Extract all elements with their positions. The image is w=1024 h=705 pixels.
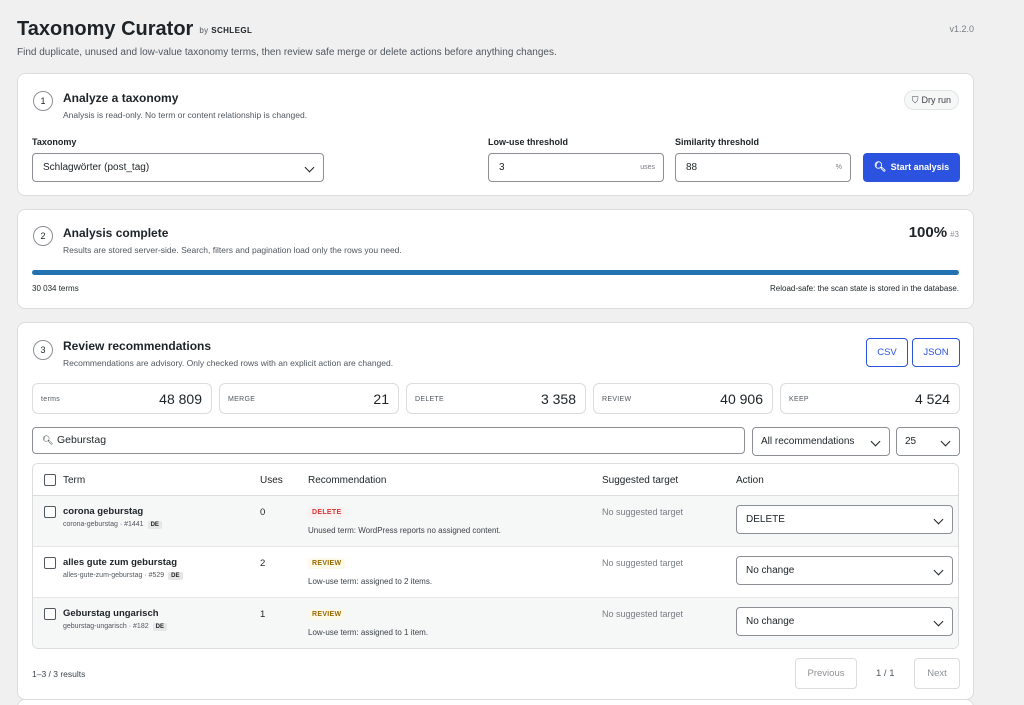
stat-merge: MERGE 21 <box>219 383 399 414</box>
terms-count: 30 034 terms <box>32 284 79 293</box>
chevron-down-icon <box>933 565 944 576</box>
search-icon: 🔍︎ <box>873 162 887 173</box>
step-number: 3 <box>33 340 53 360</box>
recommendation-reason: Low-use term: assigned to 2 items. <box>308 577 433 586</box>
term-uses: 2 <box>260 558 266 569</box>
chevron-down-icon <box>870 436 881 447</box>
card-description: Analysis is read-only. No term or conten… <box>63 110 308 120</box>
job-id: #3 <box>950 230 959 239</box>
analysis-status-card: 2 Analysis complete Results are stored s… <box>17 209 974 309</box>
recommendation-filter-select[interactable]: All recommendations <box>752 427 890 456</box>
chevron-down-icon <box>940 436 951 447</box>
action-select[interactable]: DELETE <box>736 505 953 534</box>
column-recommendation: Recommendation <box>308 475 387 486</box>
stat-delete: DELETE 3 358 <box>406 383 586 414</box>
recommendation-reason: Unused term: WordPress reports no assign… <box>308 526 501 535</box>
term-uses: 1 <box>260 609 266 620</box>
chevron-down-icon <box>304 162 315 173</box>
reload-note: Reload-safe: the scan state is stored in… <box>769 284 959 293</box>
progress-fill <box>32 270 959 275</box>
chevron-down-icon <box>933 616 944 627</box>
unit-suffix: uses <box>640 164 655 171</box>
table-row: corona geburstag corona-geburstag · #144… <box>33 496 958 547</box>
term-name: Geburstag ungarisch <box>63 608 159 619</box>
table-header: Term Uses Recommendation Suggested targe… <box>33 464 958 496</box>
select-all-checkbox[interactable] <box>44 474 56 486</box>
column-action: Action <box>736 475 764 486</box>
card-description: Recommendations are advisory. Only check… <box>63 358 394 368</box>
step-number: 2 <box>33 226 53 246</box>
similarity-input[interactable]: 88 % <box>675 153 851 182</box>
page-header: Taxonomy Curator by SCHLEGL <box>17 18 974 41</box>
step-number: 1 <box>33 91 53 111</box>
language-badge: DE <box>168 572 183 580</box>
unit-suffix: % <box>835 164 842 171</box>
suggested-target: No suggested target <box>602 507 684 517</box>
column-target: Suggested target <box>602 475 679 486</box>
page-title: Taxonomy Curator <box>17 18 194 40</box>
recommendation-badge: REVIEW <box>308 609 346 620</box>
taxonomy-select[interactable]: Schlagwörter (post_tag) <box>32 153 324 182</box>
stat-terms: terms 48 809 <box>32 383 212 414</box>
author-byline: by SCHLEGL <box>199 26 253 35</box>
low-use-input[interactable]: 3 uses <box>488 153 664 182</box>
stat-keep: KEEP 4 524 <box>780 383 960 414</box>
analyze-card: 1 Analyze a taxonomy Analysis is read-on… <box>17 73 974 196</box>
row-checkbox[interactable] <box>44 506 56 518</box>
similarity-label: Similarity threshold <box>675 137 760 147</box>
language-badge: DE <box>147 521 162 529</box>
progress-bar <box>32 270 959 275</box>
action-select[interactable]: No change <box>736 607 953 636</box>
column-uses: Uses <box>260 475 283 486</box>
column-term: Term <box>63 475 86 486</box>
suggested-target: No suggested target <box>602 609 684 619</box>
results-count: 1–3 / 3 results <box>32 669 86 679</box>
page-info: 1 / 1 <box>876 668 895 679</box>
card-title: Review recommendations <box>63 339 212 353</box>
term-meta: geburstag-ungarisch · #182 DE <box>63 623 167 631</box>
row-checkbox[interactable] <box>44 557 56 569</box>
card-description: Results are stored server-side. Search, … <box>63 245 402 255</box>
search-icon: 🔍︎ <box>42 435 54 445</box>
start-analysis-button[interactable]: 🔍︎ Start analysis <box>863 153 960 182</box>
previous-page-button[interactable]: Previous <box>795 658 857 689</box>
language-badge: DE <box>152 623 167 631</box>
review-card: 3 Review recommendations Recommendations… <box>17 322 974 700</box>
page-subtitle: Find duplicate, unused and low-value tax… <box>17 47 557 58</box>
term-uses: 0 <box>260 507 266 518</box>
suggested-target: No suggested target <box>602 558 684 568</box>
low-use-label: Low-use threshold <box>488 137 569 147</box>
term-name: alles gute zum geburstag <box>63 557 178 568</box>
chevron-down-icon <box>933 514 944 525</box>
action-select[interactable]: No change <box>736 556 953 585</box>
version-label: v1.2.0 <box>949 24 974 34</box>
table-row: alles gute zum geburstag alles-gute-zum-… <box>33 547 958 598</box>
recommendation-reason: Low-use term: assigned to 1 item. <box>308 628 429 637</box>
export-csv-button[interactable]: CSV <box>866 338 908 367</box>
per-page-select[interactable]: 25 <box>896 427 960 456</box>
row-checkbox[interactable] <box>44 608 56 620</box>
taxonomy-label: Taxonomy <box>32 137 77 147</box>
term-name: corona geburstag <box>63 506 144 517</box>
recommendation-badge: REVIEW <box>308 558 346 569</box>
dry-run-badge: ⛉ Dry run <box>903 90 959 110</box>
recommendations-table: Term Uses Recommendation Suggested targe… <box>32 463 959 649</box>
term-meta: corona-geburstag · #1441 DE <box>63 521 162 529</box>
shield-icon: ⛉ <box>911 95 919 105</box>
stat-review: REVIEW 40 906 <box>593 383 773 414</box>
next-page-button[interactable]: Next <box>914 658 960 689</box>
search-input[interactable]: 🔍︎ Geburstag <box>32 427 745 454</box>
card-title: Analysis complete <box>63 226 169 240</box>
next-card <box>17 699 974 705</box>
recommendation-badge: DELETE <box>308 507 346 518</box>
term-meta: alles-gute-zum-geburstag · #529 DE <box>63 572 183 580</box>
progress-percent: 100% #3 <box>908 224 959 241</box>
table-row: Geburstag ungarisch geburstag-ungarisch … <box>33 598 958 648</box>
card-title: Analyze a taxonomy <box>63 91 179 105</box>
export-json-button[interactable]: JSON <box>912 338 960 367</box>
